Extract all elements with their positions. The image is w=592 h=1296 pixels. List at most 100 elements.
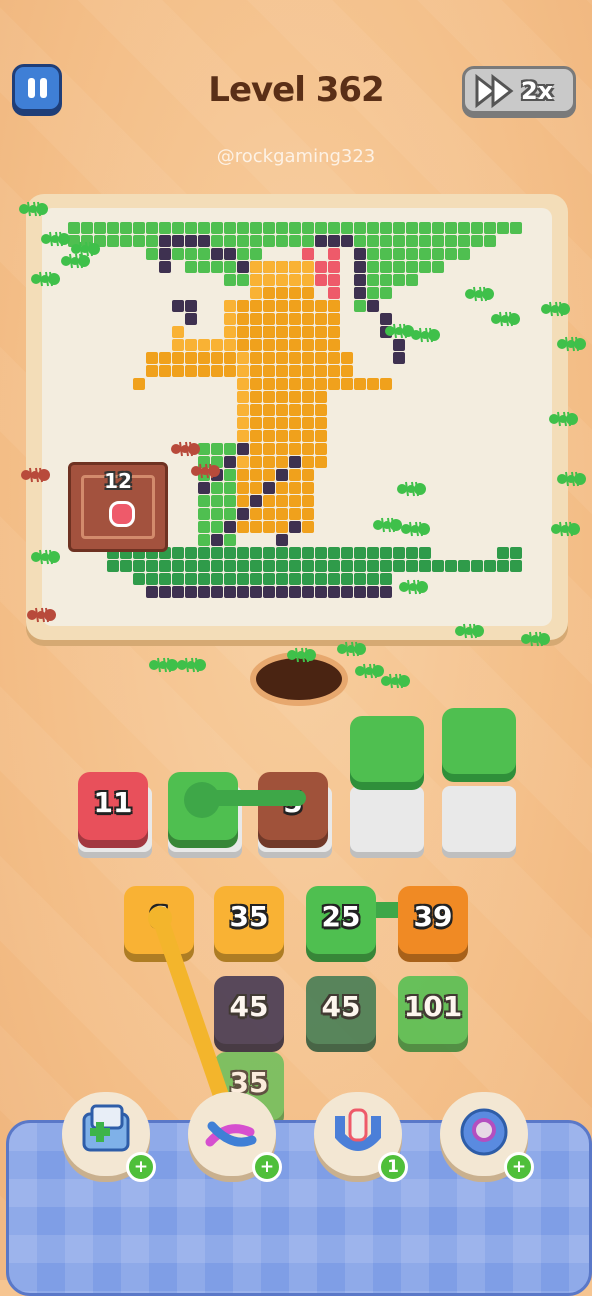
pixel xyxy=(380,560,392,572)
pixel xyxy=(237,235,249,247)
booster-badge: 1 xyxy=(378,1152,408,1182)
pixel xyxy=(315,352,327,364)
pixel xyxy=(250,456,262,468)
ant-icon xyxy=(400,520,430,542)
ant-icon xyxy=(30,270,60,292)
pixel xyxy=(393,352,405,364)
pixel xyxy=(328,235,340,247)
queue-tile[interactable]: 11 xyxy=(78,772,148,840)
pixel xyxy=(367,586,379,598)
pixel xyxy=(289,339,301,351)
pixel xyxy=(354,261,366,273)
pixel xyxy=(276,391,288,403)
pixel xyxy=(172,326,184,338)
pixel xyxy=(172,339,184,351)
pixel xyxy=(185,352,197,364)
pixel xyxy=(354,248,366,260)
add-slot-booster[interactable]: + xyxy=(62,1092,156,1182)
crate-count: 12 xyxy=(104,469,132,493)
grid-tile[interactable]: 25 xyxy=(306,886,376,954)
pixel xyxy=(328,586,340,598)
pixel xyxy=(133,235,145,247)
pixel xyxy=(198,261,210,273)
pixel xyxy=(367,573,379,585)
pixel xyxy=(133,222,145,234)
pixel xyxy=(146,235,158,247)
pixel xyxy=(419,222,431,234)
pixel xyxy=(380,222,392,234)
pixel xyxy=(159,248,171,260)
bomb-booster[interactable]: + xyxy=(440,1092,534,1182)
pixel xyxy=(328,378,340,390)
pixel xyxy=(94,222,106,234)
grid-tile[interactable]: 45 xyxy=(214,976,284,1044)
pixel xyxy=(211,248,223,260)
pixel xyxy=(224,365,236,377)
ant-icon xyxy=(396,480,426,502)
pixel xyxy=(237,469,249,481)
pixel xyxy=(393,261,405,273)
pixel xyxy=(276,495,288,507)
grid-tile[interactable]: 39 xyxy=(398,886,468,954)
pixel xyxy=(211,534,223,546)
pixel xyxy=(211,560,223,572)
pixel xyxy=(276,443,288,455)
pixel xyxy=(237,586,249,598)
pixel xyxy=(172,300,184,312)
pixel xyxy=(237,274,249,286)
pixel xyxy=(224,261,236,273)
pixel xyxy=(263,482,275,494)
pixel xyxy=(289,495,301,507)
pixel xyxy=(237,352,249,364)
pixel xyxy=(224,560,236,572)
pixel xyxy=(250,222,262,234)
pixel xyxy=(172,248,184,260)
queue-tile[interactable]: 5 xyxy=(258,772,328,840)
pixel xyxy=(354,235,366,247)
pixel xyxy=(484,560,496,572)
shuffle-booster[interactable]: + xyxy=(188,1092,282,1182)
magnet-booster[interactable]: 1 xyxy=(314,1092,408,1182)
crate[interactable]: 12 xyxy=(68,462,168,552)
pixel xyxy=(406,248,418,260)
pixel xyxy=(185,235,197,247)
pixel xyxy=(224,274,236,286)
pixel xyxy=(250,287,262,299)
pixel xyxy=(341,378,353,390)
pixel xyxy=(341,573,353,585)
pixel xyxy=(289,274,301,286)
pixel xyxy=(445,560,457,572)
pixel xyxy=(159,352,171,364)
pixel xyxy=(133,378,145,390)
pixel xyxy=(263,391,275,403)
pixel xyxy=(211,586,223,598)
pixel xyxy=(211,235,223,247)
pixel xyxy=(250,261,262,273)
pixel xyxy=(289,482,301,494)
grid-tile[interactable]: 45 xyxy=(306,976,376,1044)
pixel xyxy=(380,586,392,598)
grid-tile[interactable]: 101 xyxy=(398,976,468,1044)
pixel xyxy=(289,430,301,442)
pixel xyxy=(328,326,340,338)
grid-tile[interactable]: 35 xyxy=(214,886,284,954)
pixel xyxy=(133,560,145,572)
pixel xyxy=(159,222,171,234)
pixel xyxy=(458,248,470,260)
pixel xyxy=(354,378,366,390)
pixel xyxy=(263,469,275,481)
pixel xyxy=(289,586,301,598)
pixel xyxy=(250,235,262,247)
pixel xyxy=(302,430,314,442)
grid-tile[interactable]: 6 xyxy=(124,886,194,954)
pixel xyxy=(276,365,288,377)
pixel xyxy=(172,365,184,377)
pixel xyxy=(393,274,405,286)
pixel xyxy=(159,365,171,377)
pixel xyxy=(276,521,288,533)
pixel xyxy=(237,547,249,559)
pixel xyxy=(250,326,262,338)
pixel xyxy=(263,417,275,429)
pixel xyxy=(185,248,197,260)
pixel xyxy=(419,560,431,572)
